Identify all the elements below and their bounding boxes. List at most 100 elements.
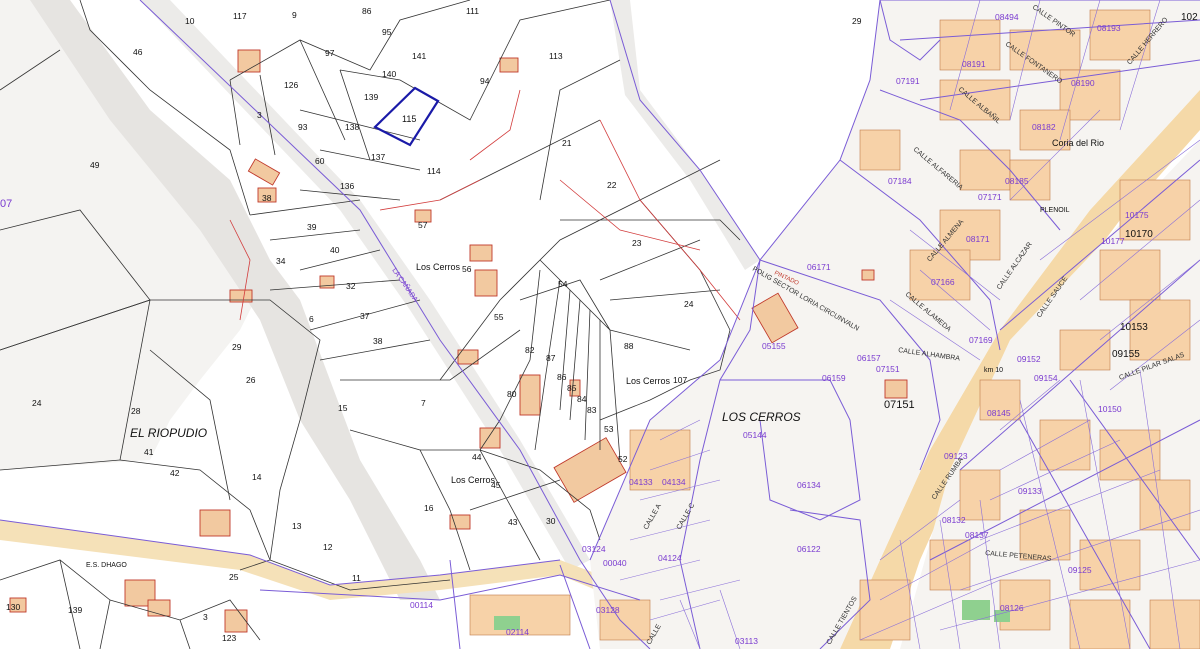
urban-label: 06157: [857, 353, 881, 363]
parcel-label: 139: [68, 605, 82, 615]
urban-label: 08171: [966, 234, 990, 244]
parcel-label: 24: [684, 299, 694, 309]
parcel-label: 10: [185, 16, 195, 26]
urban-label: 04133: [629, 477, 653, 487]
parcel-label: 28: [131, 406, 141, 416]
parcel-label: 46: [133, 47, 143, 57]
parcel-label: 13: [292, 521, 302, 531]
parcel-label: 55: [494, 312, 504, 322]
place-label: km 10: [984, 367, 1003, 374]
urban-label: 06122: [797, 544, 821, 554]
urban-label: 08145: [987, 408, 1011, 418]
parcel-label: 83: [587, 405, 597, 415]
place-label: 10153: [1120, 322, 1148, 333]
urban-label: 04124: [658, 553, 682, 563]
urban-label: 08132: [942, 515, 966, 525]
parcel-label: 53: [604, 424, 614, 434]
parcel-label: 140: [382, 69, 396, 79]
urban-label: 02114: [506, 627, 529, 637]
parcel-label: 16: [424, 503, 434, 513]
parcel-label: 137: [371, 152, 385, 162]
urban-label: 10150: [1098, 404, 1122, 414]
place-label: 10170: [1125, 229, 1153, 240]
parcel-label: 24: [32, 398, 42, 408]
cadastral-map[interactable]: 115 10 117 9 86 111 29 46 95 97 141 113 …: [0, 0, 1200, 649]
urban-label: 09133: [1018, 486, 1042, 496]
place-label: EL RIOPUDIO: [130, 426, 207, 440]
parcel-label: 07151: [884, 399, 915, 411]
urban-label: 05155: [762, 341, 786, 351]
parcel-label: 21: [562, 138, 572, 148]
parcel-label: 86: [362, 6, 372, 16]
parcel-label: 9: [292, 10, 297, 20]
urban-label: 07169: [969, 335, 993, 345]
urban-label: 10175: [1125, 210, 1149, 220]
parcel-label: 43: [508, 517, 518, 527]
parcel-label: 57: [418, 220, 428, 230]
parcel-label: 42: [170, 468, 180, 478]
parcel-label: 56: [462, 264, 472, 274]
parcel-label: 80: [507, 389, 517, 399]
urban-label: 06159: [822, 373, 846, 383]
parcel-label: 97: [325, 48, 335, 58]
place-label: Los Cerros: [416, 262, 461, 272]
urban-label: 09123: [944, 451, 968, 461]
parcel-label: 14: [252, 472, 262, 482]
parcel-label: 39: [307, 222, 317, 232]
parcel-label: 41: [144, 447, 154, 457]
urban-label: 06134: [797, 480, 821, 490]
parcel-label: 88: [624, 341, 634, 351]
parcel-label: 54: [558, 279, 568, 289]
urban-label: 00040: [603, 558, 627, 568]
parcel-label: 126: [284, 80, 298, 90]
urban-label: 08190: [1071, 78, 1095, 88]
parcel-label: 87: [546, 353, 556, 363]
urban-label: 03113: [735, 636, 758, 646]
parcel-label: 38: [262, 193, 272, 203]
urban-label: 03128: [596, 605, 620, 615]
urban-label: 08494: [995, 12, 1019, 22]
parcel-label: 29: [232, 342, 242, 352]
parcel-label: 3: [203, 612, 208, 622]
urban-label: 08193: [1097, 23, 1121, 33]
parcel-label: 32: [346, 281, 356, 291]
parcel-label: 114: [427, 166, 441, 176]
parcel-label: 44: [472, 452, 482, 462]
parcel-label: 6: [309, 314, 314, 324]
parcel-label: 38: [373, 336, 383, 346]
place-label: LOS CERROS: [722, 410, 801, 424]
place-label: Los Cerros: [626, 376, 671, 386]
selected-parcel-label: 115: [402, 114, 416, 124]
place-label: Coria del Rio: [1052, 138, 1104, 148]
parcel-label: 25: [229, 572, 239, 582]
parcel-label: 111: [466, 6, 479, 16]
map-canvas[interactable]: 115 10 117 9 86 111 29 46 95 97 141 113 …: [0, 0, 1200, 649]
parcel-label: 139: [364, 92, 378, 102]
parcel-label: 29: [852, 16, 862, 26]
urban-label: 09154: [1034, 373, 1058, 383]
parcel-label: 93: [298, 122, 308, 132]
parcel-label: 130: [6, 602, 20, 612]
urban-label: 03124: [582, 544, 606, 554]
road-north: [610, 0, 760, 270]
urban-label: 09152: [1017, 354, 1041, 364]
place-label: Los Cerros: [451, 475, 496, 485]
parcel-label: 123: [222, 633, 236, 643]
parcel-label: 117: [233, 11, 247, 21]
urban-label: 08185: [1005, 176, 1029, 186]
urban-label: 08182: [1032, 122, 1056, 132]
urban-label: 07151: [876, 364, 900, 374]
urban-label: 07: [0, 198, 12, 210]
parcel-label: 7: [421, 398, 426, 408]
parcel-label: 22: [607, 180, 617, 190]
place-label: E.S. DHAGO: [86, 562, 127, 569]
urban-label: 04134: [662, 477, 686, 487]
urban-label: 06171: [807, 262, 831, 272]
parcel-label: 138: [345, 122, 359, 132]
urban-label: 08126: [1000, 603, 1024, 613]
parcel-label: 52: [618, 454, 628, 464]
parcel-label: 141: [412, 51, 426, 61]
parcel-label: 86: [557, 372, 567, 382]
urban-label: 10177: [1101, 236, 1125, 246]
parcel-label: 113: [549, 51, 563, 61]
